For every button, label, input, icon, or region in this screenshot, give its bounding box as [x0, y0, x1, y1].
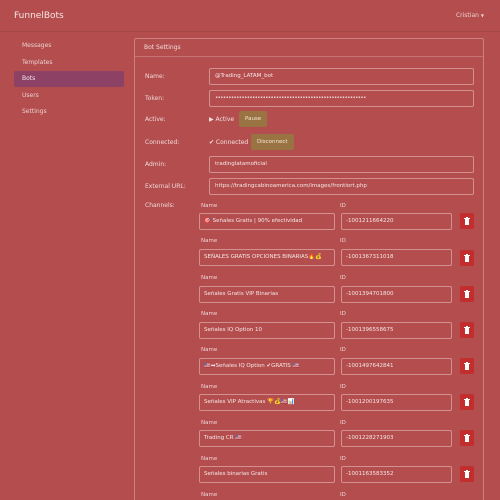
- admin-label: Admin:: [145, 161, 167, 168]
- delete-channel-button[interactable]: [460, 466, 474, 482]
- channel-id-input[interactable]: -1001396558675: [341, 322, 452, 339]
- active-status: ▶ Active: [209, 116, 235, 123]
- channel-id-header: ID: [340, 203, 346, 209]
- delete-channel-button[interactable]: [460, 322, 474, 338]
- channel-id-header: ID: [340, 311, 346, 317]
- channel-name-header: Name: [201, 492, 218, 498]
- channel-id-header: ID: [340, 384, 346, 390]
- sidebar-item-templates[interactable]: Templates: [14, 55, 124, 71]
- channel-id-header: ID: [340, 456, 346, 462]
- channel-name-input[interactable]: 🇺🇸➡Señales IQ Option ✔GRATIS 🇺🇸: [199, 358, 335, 375]
- trash-icon: [464, 434, 470, 442]
- channel-name-header: Name: [201, 311, 218, 317]
- channel-name-header: Name: [201, 384, 218, 390]
- trash-icon: [464, 290, 470, 298]
- delete-channel-button[interactable]: [460, 250, 474, 266]
- user-menu[interactable]: Cristian ▼: [456, 12, 484, 19]
- panel-title: Bot Settings: [135, 39, 483, 57]
- active-label: Active:: [145, 116, 166, 123]
- app-brand[interactable]: FunnelBots: [14, 11, 64, 21]
- channel-name-header: Name: [201, 456, 218, 462]
- sidebar-item-settings[interactable]: Settings: [14, 104, 124, 120]
- bot-settings-panel: Bot Settings Name: @Trading_LATAM_bot To…: [134, 38, 484, 500]
- token-label: Token:: [145, 95, 165, 102]
- channel-id-header: ID: [340, 238, 346, 244]
- external-url-label: External URL:: [145, 183, 186, 190]
- channel-id-input[interactable]: -1001497642841: [341, 358, 452, 375]
- channel-id-header: ID: [340, 420, 346, 426]
- external-url-input[interactable]: https://tradingcabinoamerica.com/images/…: [209, 178, 474, 195]
- admin-input[interactable]: tradinglatamoficial: [209, 156, 474, 173]
- channel-id-input[interactable]: -1001228271903: [341, 430, 452, 447]
- connected-label: Connected:: [145, 139, 180, 146]
- channel-id-header: ID: [340, 492, 346, 498]
- delete-channel-button[interactable]: [460, 213, 474, 229]
- channel-id-input[interactable]: -1001211664220: [341, 213, 452, 230]
- sidebar: Messages Templates Bots Users Settings: [14, 38, 124, 121]
- bot-name-input[interactable]: @Trading_LATAM_bot: [209, 68, 474, 85]
- channel-name-input[interactable]: Señales IQ Option 10: [199, 322, 335, 339]
- trash-icon: [464, 217, 470, 225]
- channel-name-header: Name: [201, 238, 218, 244]
- channels-label: Channels:: [145, 202, 175, 209]
- channel-name-header: Name: [201, 420, 218, 426]
- token-input[interactable]: ••••••••••••••••••••••••••••••••••••••••…: [209, 90, 474, 107]
- sidebar-item-bots[interactable]: Bots: [14, 71, 124, 87]
- channel-name-input[interactable]: Trading CR 🇺🇸: [199, 430, 335, 447]
- channel-name-input[interactable]: Señales VIP Atractivas 🏆💰🇺🇸📊: [199, 394, 335, 411]
- trash-icon: [464, 398, 470, 406]
- connected-status: ✔ Connected: [209, 139, 249, 146]
- trash-icon: [464, 362, 470, 370]
- delete-channel-button[interactable]: [460, 358, 474, 374]
- channel-name-input[interactable]: 🎯 Señales Gratis | 90% efectividad: [199, 213, 335, 230]
- sidebar-item-messages[interactable]: Messages: [14, 38, 124, 54]
- trash-icon: [464, 326, 470, 334]
- channel-name-input[interactable]: Señales binarias Gratis: [199, 466, 335, 483]
- channel-id-header: ID: [340, 347, 346, 353]
- channel-name-header: Name: [201, 203, 218, 209]
- trash-icon: [464, 254, 470, 262]
- delete-channel-button[interactable]: [460, 394, 474, 410]
- disconnect-button[interactable]: Disconnect: [251, 134, 294, 150]
- delete-channel-button[interactable]: [460, 286, 474, 302]
- channel-id-input[interactable]: -1001367311018: [341, 249, 452, 266]
- name-label: Name:: [145, 73, 165, 80]
- user-name: Cristian: [455, 12, 479, 19]
- pause-button[interactable]: Pause: [239, 111, 268, 127]
- top-navbar: FunnelBots Cristian ▼: [0, 0, 500, 32]
- channel-id-header: ID: [340, 275, 346, 281]
- channel-name-input[interactable]: Señales Gratis VIP Binarias: [199, 286, 335, 303]
- delete-channel-button[interactable]: [460, 430, 474, 446]
- chevron-down-icon: ▼: [480, 13, 484, 18]
- sidebar-item-users[interactable]: Users: [14, 88, 124, 104]
- channel-id-input[interactable]: -1001163583352: [341, 466, 452, 483]
- channel-name-input[interactable]: SEÑALES GRATIS OPCIONES BINARIAS🔥💰: [199, 249, 335, 266]
- channel-name-header: Name: [201, 347, 218, 353]
- trash-icon: [464, 470, 470, 478]
- channel-id-input[interactable]: -1001200197635: [341, 394, 452, 411]
- channel-name-header: Name: [201, 275, 218, 281]
- channel-id-input[interactable]: -1001394701800: [341, 286, 452, 303]
